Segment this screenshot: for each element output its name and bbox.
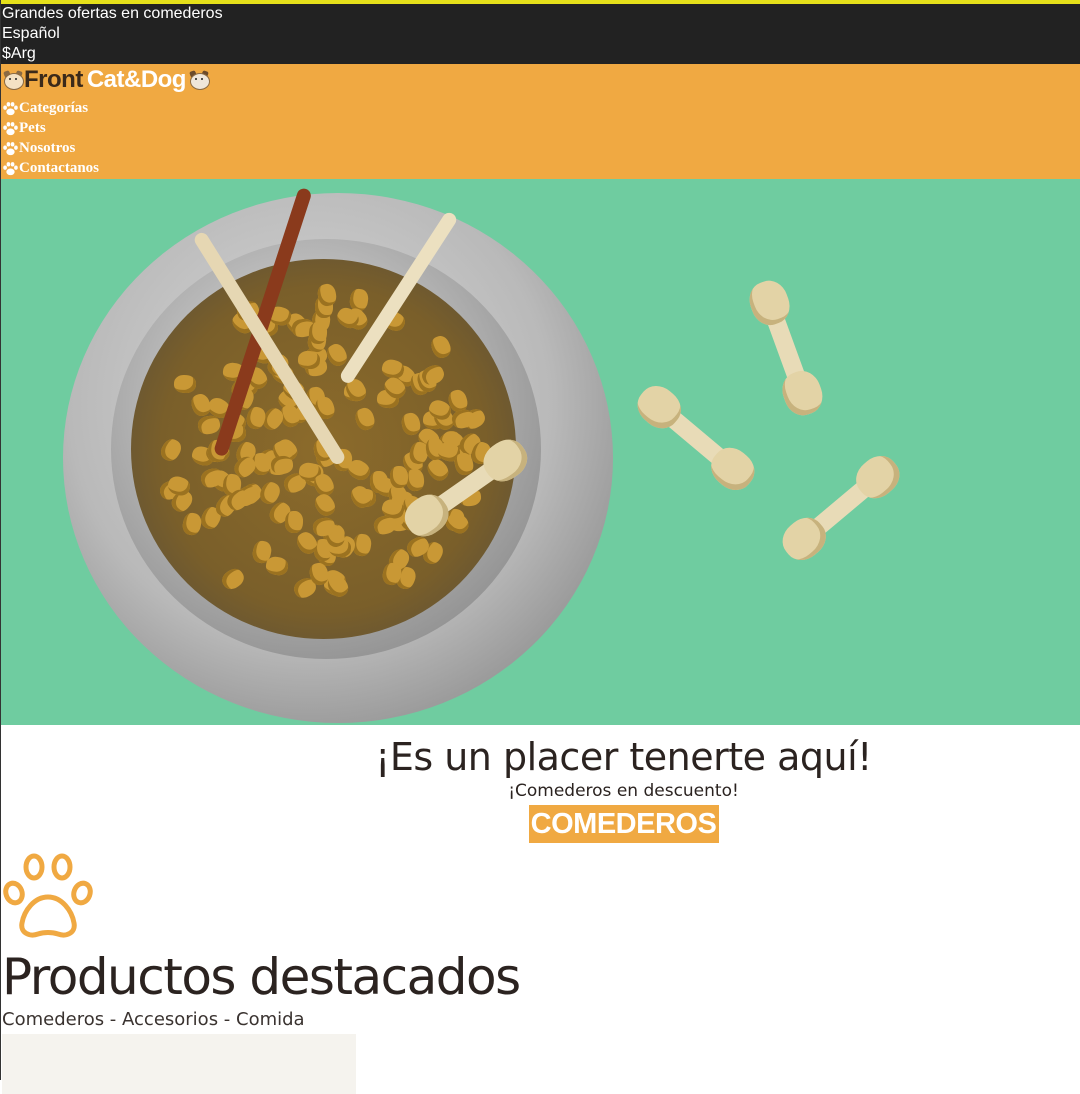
brand-catdog: Cat&Dog <box>86 66 187 93</box>
product-card[interactable] <box>2 1034 356 1094</box>
promo-text: Grandes ofertas en comederos <box>2 5 223 22</box>
paw-icon <box>3 161 18 175</box>
nav-label: Categorías <box>19 99 89 116</box>
bone-treat <box>775 448 907 568</box>
welcome-subtitle: ¡Comederos en descuento! <box>508 781 739 801</box>
brand-front: Front <box>24 66 83 93</box>
kibble-piece <box>389 466 409 489</box>
site-header: Front Cat&Dog Categorías Pets Nosotros C… <box>1 64 1080 179</box>
currency-selector[interactable]: $Arg <box>2 44 1080 64</box>
nav-label: Nosotros <box>19 139 76 156</box>
welcome-title: ¡Es un placer tenerte aquí! <box>375 735 872 779</box>
nav-item-pets[interactable]: Pets <box>2 118 1080 138</box>
nav-item-nosotros[interactable]: Nosotros <box>2 138 1080 158</box>
paw-icon <box>3 853 93 938</box>
bone-treat <box>744 275 828 421</box>
kibble-piece <box>173 374 197 394</box>
featured-title: Productos destacados <box>2 948 521 1006</box>
paw-icon <box>3 121 18 135</box>
dog-face-icon <box>188 70 210 90</box>
kibble-piece <box>297 349 321 370</box>
paw-icon <box>3 141 18 155</box>
paw-icon <box>3 101 18 115</box>
nav-item-categorias[interactable]: Categorías <box>2 98 1080 118</box>
top-info-bar: Grandes ofertas en comederos Español $Ar… <box>1 0 1080 64</box>
nav-label: Pets <box>19 119 46 136</box>
nav-item-contactanos[interactable]: Contactanos <box>2 158 1080 178</box>
main-nav: Categorías Pets Nosotros Contactanos <box>1 98 1080 178</box>
language-selector[interactable]: Español <box>2 24 1080 44</box>
nav-label: Contactanos <box>19 159 100 176</box>
comederos-button[interactable]: COMEDEROS <box>528 805 719 843</box>
bone-treat <box>630 378 762 498</box>
cat-face-icon <box>2 70 24 90</box>
welcome-section: ¡Es un placer tenerte aquí! ¡Comederos e… <box>167 735 1080 843</box>
featured-category-links[interactable]: Comederos - Accesorios - Comida <box>2 1009 1080 1031</box>
site-logo[interactable]: Front Cat&Dog <box>1 64 1080 96</box>
hero-banner-image <box>1 179 1080 725</box>
featured-section: Productos destacados Comederos - Accesor… <box>1 853 1080 1031</box>
